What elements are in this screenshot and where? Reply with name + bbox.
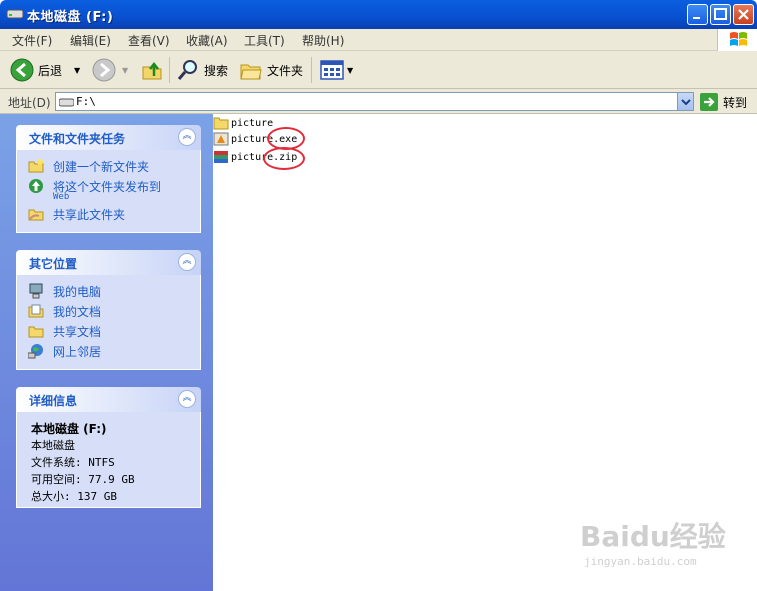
drive-icon: [59, 98, 74, 107]
menu-help[interactable]: 帮助(H): [302, 32, 344, 49]
details-panel: 详细信息 ︽ 本地磁盘 (F:) 本地磁盘 文件系统: NTFS 可用空间: 7…: [16, 387, 201, 508]
go-arrow-icon: [700, 93, 718, 111]
title-bar: 本地磁盘 (F:): [0, 0, 757, 29]
menu-bar: 文件(F) 编辑(E) 查看(V) 收藏(A) 工具(T) 帮助(H): [0, 29, 757, 51]
up-folder-button[interactable]: [140, 56, 164, 84]
watermark-logo: Baidu经验: [580, 520, 726, 553]
forward-arrow-icon: [92, 58, 116, 82]
folders-label: 文件夹: [267, 63, 304, 78]
panel-header[interactable]: 其它位置 ︽: [16, 250, 201, 275]
search-icon: [177, 60, 197, 80]
collapse-chevron-icon[interactable]: ︽: [178, 390, 196, 408]
views-button[interactable]: ▼: [320, 56, 353, 84]
back-label: 后退: [38, 63, 63, 78]
toolbar: 后退 ▼ ▼ 搜索 文件夹 ▼: [0, 51, 757, 89]
task-pane: 文件和文件夹任务 ︽ 创建一个新文件夹 将这个文件夹发布到 Web 共享此文件夹…: [0, 114, 213, 591]
toolbar-separator: [311, 57, 312, 83]
my-computer-icon: [29, 283, 43, 299]
panel-title: 详细信息: [29, 394, 78, 408]
close-button[interactable]: [733, 4, 754, 25]
panel-title: 文件和文件夹任务: [29, 132, 126, 146]
details-filesystem: 文件系统: NTFS: [31, 456, 115, 469]
share-folder-icon: [28, 209, 44, 221]
file-item[interactable]: picture: [213, 115, 273, 131]
place-network[interactable]: 网上邻居: [17, 341, 200, 361]
place-label: 网上邻居: [53, 345, 102, 359]
place-shared-documents[interactable]: 共享文档: [17, 321, 200, 341]
address-label: 地址(D): [8, 96, 51, 110]
go-label: 转到: [723, 95, 748, 110]
go-button[interactable]: 转到: [700, 92, 747, 112]
network-places-icon: [28, 344, 43, 359]
search-button[interactable]: 搜索: [176, 56, 228, 84]
annotation-circle: [263, 147, 305, 170]
menu-favorites[interactable]: 收藏(A): [186, 32, 228, 49]
new-folder-icon: [28, 159, 44, 173]
shared-documents-icon: [28, 326, 44, 338]
maximize-button[interactable]: [710, 4, 731, 25]
back-arrow-icon: [10, 58, 34, 82]
task-publish-web[interactable]: 将这个文件夹发布到 Web: [17, 176, 200, 204]
panel-title: 其它位置: [29, 257, 78, 271]
back-button[interactable]: 后退 ▼: [10, 56, 80, 84]
task-share-folder[interactable]: 共享此文件夹: [17, 204, 200, 224]
menu-edit[interactable]: 编辑(E): [70, 32, 111, 49]
publish-web-icon: [29, 179, 43, 193]
place-label: 我的文档: [53, 305, 102, 319]
forward-button[interactable]: ▼: [92, 56, 128, 84]
panel-header[interactable]: 详细信息 ︽: [16, 387, 201, 412]
my-documents-icon: [28, 304, 44, 318]
toolbar-separator: [169, 57, 170, 83]
panel-body: 创建一个新文件夹 将这个文件夹发布到 Web 共享此文件夹: [16, 150, 201, 233]
folder-icon: [213, 117, 229, 130]
menu-tools[interactable]: 工具(T): [244, 32, 285, 49]
views-icon: [320, 60, 344, 80]
up-folder-icon: [142, 61, 162, 80]
details-type: 本地磁盘: [31, 439, 75, 452]
details-free-space: 可用空间: 77.9 GB: [31, 473, 135, 486]
task-new-folder[interactable]: 创建一个新文件夹: [17, 156, 200, 176]
collapse-chevron-icon[interactable]: ︽: [178, 128, 196, 146]
folders-icon: [240, 64, 262, 80]
file-name: picture: [231, 117, 274, 129]
address-dropdown-button[interactable]: [677, 93, 693, 110]
zip-icon: [214, 151, 228, 163]
address-input[interactable]: F:\: [55, 92, 694, 111]
place-my-documents[interactable]: 我的文档: [17, 301, 200, 321]
minimize-button[interactable]: [687, 4, 708, 25]
collapse-chevron-icon[interactable]: ︽: [178, 253, 196, 271]
panel-body: 本地磁盘 (F:) 本地磁盘 文件系统: NTFS 可用空间: 77.9 GB …: [16, 412, 201, 508]
place-label: 我的电脑: [53, 285, 102, 299]
address-bar: 地址(D) F:\ 转到: [0, 89, 757, 114]
file-tasks-panel: 文件和文件夹任务 ︽ 创建一个新文件夹 将这个文件夹发布到 Web 共享此文件夹: [16, 125, 201, 233]
place-label: 共享文档: [53, 325, 102, 339]
address-value: F:\: [76, 95, 96, 108]
watermark-url: jingyan.baidu.com: [584, 555, 697, 568]
folders-button[interactable]: 文件夹: [239, 56, 303, 84]
task-label: 创建一个新文件夹: [53, 160, 150, 174]
details-name: 本地磁盘 (F:): [31, 422, 107, 436]
panel-body: 我的电脑 我的文档 共享文档 网上邻居: [16, 275, 201, 370]
windows-logo-icon: [717, 29, 757, 51]
other-places-panel: 其它位置 ︽ 我的电脑 我的文档 共享文档 网上邻居: [16, 250, 201, 370]
drive-icon: [6, 9, 24, 19]
window-title: 本地磁盘 (F:): [27, 10, 114, 25]
exe-icon: [213, 132, 229, 146]
search-label: 搜索: [204, 63, 229, 78]
panel-header[interactable]: 文件和文件夹任务 ︽: [16, 125, 201, 150]
views-dropdown-icon[interactable]: ▼: [347, 66, 353, 75]
menu-file[interactable]: 文件(F): [12, 32, 52, 49]
task-label: 共享此文件夹: [53, 208, 126, 222]
details-total-size: 总大小: 137 GB: [31, 490, 117, 503]
menu-view[interactable]: 查看(V): [128, 32, 170, 49]
place-my-computer[interactable]: 我的电脑: [17, 281, 200, 301]
forward-dropdown-icon[interactable]: ▼: [122, 66, 128, 75]
task-sublabel: Web: [53, 192, 70, 202]
back-dropdown-icon[interactable]: ▼: [74, 66, 80, 75]
